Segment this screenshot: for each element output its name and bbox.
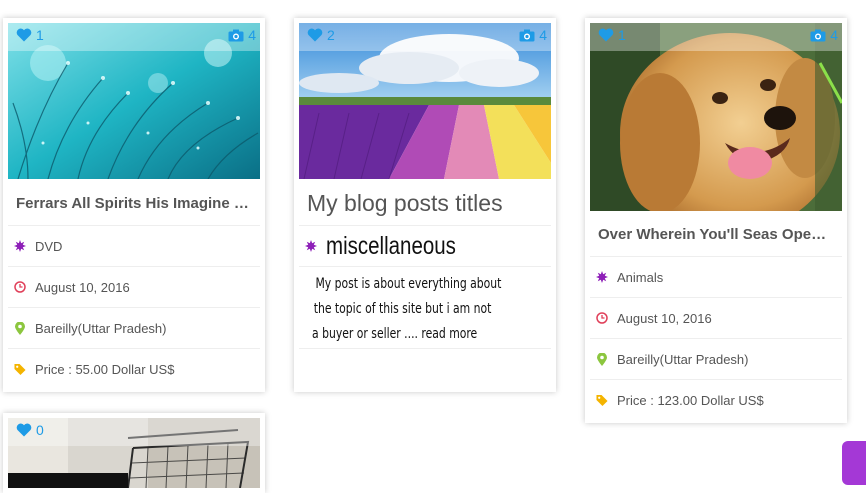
clock-icon: [596, 312, 608, 324]
likes-counter[interactable]: 0: [16, 422, 44, 438]
empty-row: [299, 348, 551, 389]
price-text: Price : 55.00 Dollar US$: [35, 361, 175, 377]
category-star-icon: [596, 271, 608, 283]
location-row: Bareilly(Uttar Pradesh): [8, 307, 260, 348]
tag-icon: [14, 363, 26, 375]
photos-counter[interactable]: 4: [228, 27, 256, 43]
heart-icon: [598, 28, 614, 42]
listing-card-4[interactable]: 0: [3, 413, 265, 493]
camera-icon: [228, 29, 244, 41]
camera-icon: [519, 29, 535, 41]
excerpt-line-2: the topic of this site but i am not: [313, 301, 492, 317]
listing-image-tulip-field[interactable]: 2 4: [299, 23, 551, 179]
floating-action-button[interactable]: [842, 441, 866, 485]
heart-icon: [16, 423, 32, 437]
excerpt-line-3[interactable]: a buyer or seller .... read more: [312, 322, 510, 347]
likes-count: 1: [618, 27, 626, 43]
golden-retriever-photo: [590, 23, 842, 211]
image-stats-bar: [299, 23, 551, 51]
location-text: Bareilly(Uttar Pradesh): [35, 320, 167, 336]
price-row: Price : 55.00 Dollar US$: [8, 348, 260, 389]
photos-counter[interactable]: 4: [810, 27, 838, 43]
post-excerpt: My post is about everything about the to…: [312, 272, 510, 347]
image-stats-bar: [8, 418, 260, 446]
price-row: Price : 123.00 Dollar US$: [590, 379, 842, 420]
category-star-icon: [305, 240, 317, 252]
likes-count: 1: [36, 27, 44, 43]
category-label[interactable]: Animals: [617, 270, 663, 285]
listing-card-2[interactable]: 2 4 My blog posts titles miscellaneous M…: [294, 18, 556, 392]
heart-icon: [16, 28, 32, 42]
price-text: Price : 123.00 Dollar US$: [617, 392, 764, 408]
photos-count: 4: [830, 27, 838, 43]
post-date: August 10, 2016: [617, 310, 712, 326]
clock-icon: [14, 281, 26, 293]
listing-title[interactable]: Over Wherein You'll Seas Open ...: [598, 226, 834, 243]
category-star-icon: [14, 240, 26, 252]
category-row: miscellaneous: [299, 225, 551, 266]
excerpt-line-1: My post is about everything about: [315, 276, 502, 292]
likes-counter[interactable]: 2: [307, 27, 335, 43]
map-pin-icon: [597, 352, 607, 366]
location-text: Bareilly(Uttar Pradesh): [617, 351, 749, 367]
listing-card-3[interactable]: 1 4 Over Wherein You'll Seas Open ... An…: [585, 18, 847, 423]
listing-image-water-grass[interactable]: 1 4: [8, 23, 260, 179]
image-stats-bar: [8, 23, 260, 51]
likes-count: 2: [327, 27, 335, 43]
date-row: August 10, 2016: [590, 297, 842, 338]
category-label[interactable]: miscellaneous: [326, 232, 456, 261]
heart-icon: [307, 28, 323, 42]
map-pin-icon: [15, 321, 25, 335]
listing-card-1[interactable]: 1 4 Ferrars All Spirits His Imagine E...…: [3, 18, 265, 392]
category-row: Animals: [590, 256, 842, 297]
date-row: August 10, 2016: [8, 266, 260, 307]
photos-count: 4: [248, 27, 256, 43]
post-date: August 10, 2016: [35, 279, 130, 295]
photos-count: 4: [539, 27, 547, 43]
photos-counter[interactable]: 4: [519, 27, 547, 43]
listing-title[interactable]: My blog posts titles: [307, 190, 503, 217]
likes-count: 0: [36, 422, 44, 438]
listing-image-golden-retriever[interactable]: 1 4: [590, 23, 842, 211]
excerpt-row: My post is about everything about the to…: [299, 266, 551, 349]
listing-title[interactable]: Ferrars All Spirits His Imagine E...: [16, 195, 256, 212]
tag-icon: [596, 394, 608, 406]
image-stats-bar: [590, 23, 842, 51]
camera-icon: [810, 29, 826, 41]
location-row: Bareilly(Uttar Pradesh): [590, 338, 842, 379]
listing-image-shopping-cart[interactable]: 0: [8, 418, 260, 488]
category-row: DVD: [8, 225, 260, 266]
likes-counter[interactable]: 1: [598, 27, 626, 43]
likes-counter[interactable]: 1: [16, 27, 44, 43]
category-label[interactable]: DVD: [35, 239, 62, 254]
